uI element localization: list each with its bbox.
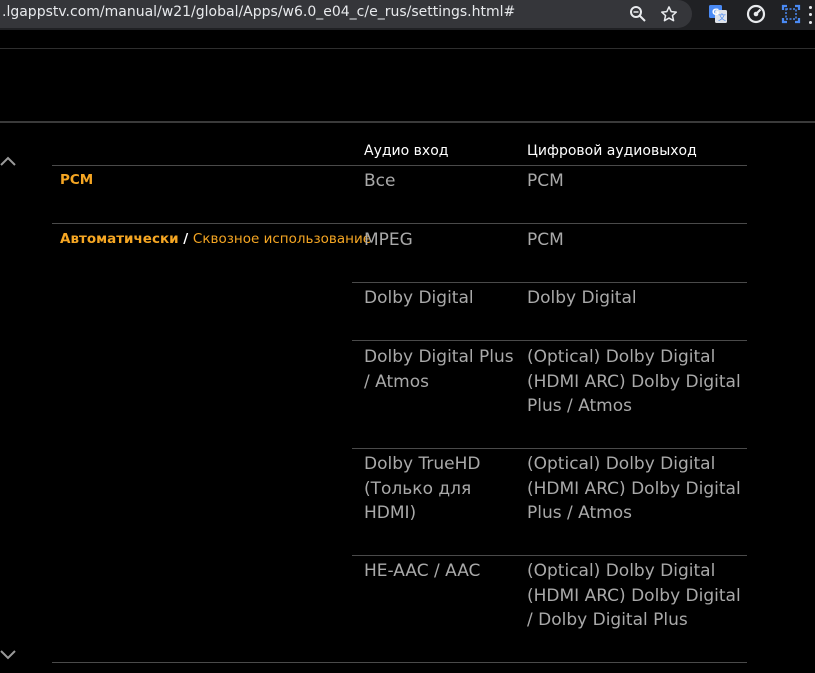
browser-toolbar: .lgappstv.com/manual/w21/global/Apps/w6.… [0,0,815,30]
screenshot-extension-icon[interactable] [779,2,803,26]
mode-passthrough: Сквозное использование [192,231,372,247]
translate-extension-icon[interactable]: G 文 [706,2,730,26]
table-cell-output: PCM [527,171,564,191]
menu-icon[interactable] [806,4,815,26]
mode-pcm: PCM [60,172,94,188]
row-divider [352,282,747,283]
row-divider [352,555,747,556]
mode-auto-passthrough: Автоматически / Сквозное использование [60,231,371,247]
mode-auto: Автоматически [60,231,179,247]
table-cell-input: Все [364,171,396,191]
address-bar[interactable]: .lgappstv.com/manual/w21/global/Apps/w6.… [0,0,692,28]
section-divider [0,121,815,123]
table-cell-output: (Optical) Dolby Digital (HDMI ARC) Dolby… [527,454,741,523]
table-cell-input: Dolby TrueHD (Только для HDMI) [364,454,481,523]
table-cell-output: (Optical) Dolby Digital (HDMI ARC) Dolby… [527,347,741,416]
row-divider [52,165,747,166]
table-cell-input: MPEG [364,230,413,250]
table-cell-input: Dolby Digital Plus / Atmos [364,347,514,392]
row-divider [52,223,747,224]
table-cell-output: PCM [527,230,564,250]
header-audio-in: Аудио вход [364,143,449,159]
mode-separator: / [183,231,189,247]
table-cell-output: (Optical) Dolby Digital (HDMI ARC) Dolby… [527,561,741,630]
table-cell-output: Dolby Digital [527,288,637,308]
row-divider [52,662,747,663]
chevron-up-icon[interactable] [0,155,16,169]
svg-text:文: 文 [718,12,726,22]
header-digital-out: Цифровой аудиовыход [527,143,697,159]
table-cell-input: Dolby Digital [364,288,474,308]
table-cell-input: HE-AAC / AAC [364,561,481,581]
speed-extension-icon[interactable] [744,2,768,26]
star-icon[interactable] [657,2,681,26]
row-divider [352,340,747,341]
header-divider [0,48,815,49]
url-text[interactable]: .lgappstv.com/manual/w21/global/Apps/w6.… [2,4,515,20]
zoom-icon[interactable] [626,2,650,26]
row-divider [352,448,747,449]
chevron-down-icon[interactable] [0,647,16,661]
